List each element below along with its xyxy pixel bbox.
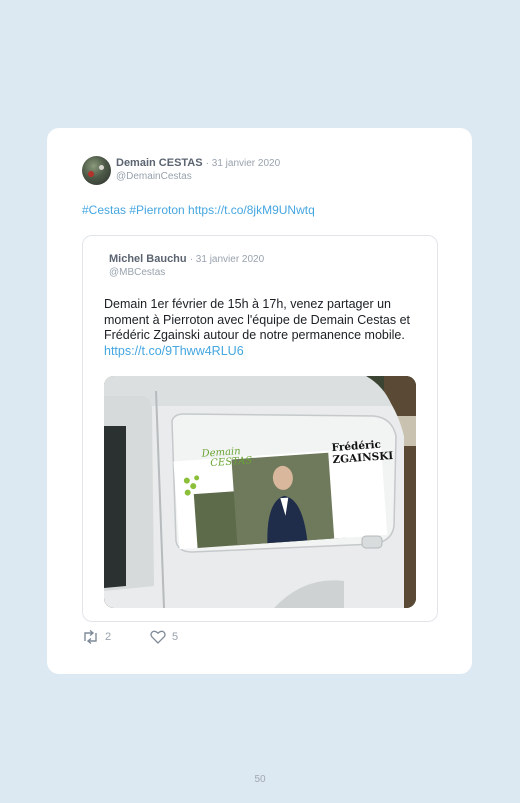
quoted-link[interactable]: https://t.co/9Thww4RLU6: [104, 344, 244, 358]
retweet-icon: [84, 630, 97, 644]
quoted-date: · 31 janvier 2020: [189, 254, 265, 265]
quoted-handle[interactable]: @MBCestas: [109, 267, 165, 278]
like-button[interactable]: 5: [150, 630, 178, 644]
quoted-body: Demain 1er février de 15h à 17h, venez p…: [104, 297, 411, 342]
sticker-logo: Demain CESTAS: [201, 446, 252, 469]
author-handle[interactable]: @DemainCestas: [116, 171, 192, 182]
quoted-author[interactable]: Michel Bauchu · 31 janvier 2020: [109, 253, 264, 265]
tweet-image[interactable]: Demain CESTAS Frédéric ZGAINSKI: [104, 376, 416, 608]
quoted-author-name[interactable]: Michel Bauchu: [109, 253, 187, 265]
quoted-tweet[interactable]: Michel Bauchu · 31 janvier 2020 @MBCesta…: [82, 235, 438, 622]
sticker-name: Frédéric ZGAINSKI: [331, 438, 393, 466]
tweet-text[interactable]: #Cestas #Pierroton https://t.co/8jkM9UNw…: [82, 203, 315, 217]
heart-icon: [150, 630, 166, 644]
van-photo: [104, 376, 416, 608]
author-name[interactable]: Demain CESTAS: [116, 157, 203, 169]
tweet-author[interactable]: Demain CESTAS · 31 janvier 2020: [116, 157, 280, 169]
tweet-card: Demain CESTAS · 31 janvier 2020 @DemainC…: [47, 128, 472, 674]
quoted-text: Demain 1er février de 15h à 17h, venez p…: [104, 297, 424, 359]
like-count: 5: [172, 631, 179, 643]
tweet-date[interactable]: · 31 janvier 2020: [206, 158, 281, 169]
page-number: 50: [254, 774, 266, 785]
retweet-count: 2: [105, 631, 112, 643]
retweet-button[interactable]: 2: [82, 630, 111, 644]
author-avatar[interactable]: [82, 156, 111, 185]
